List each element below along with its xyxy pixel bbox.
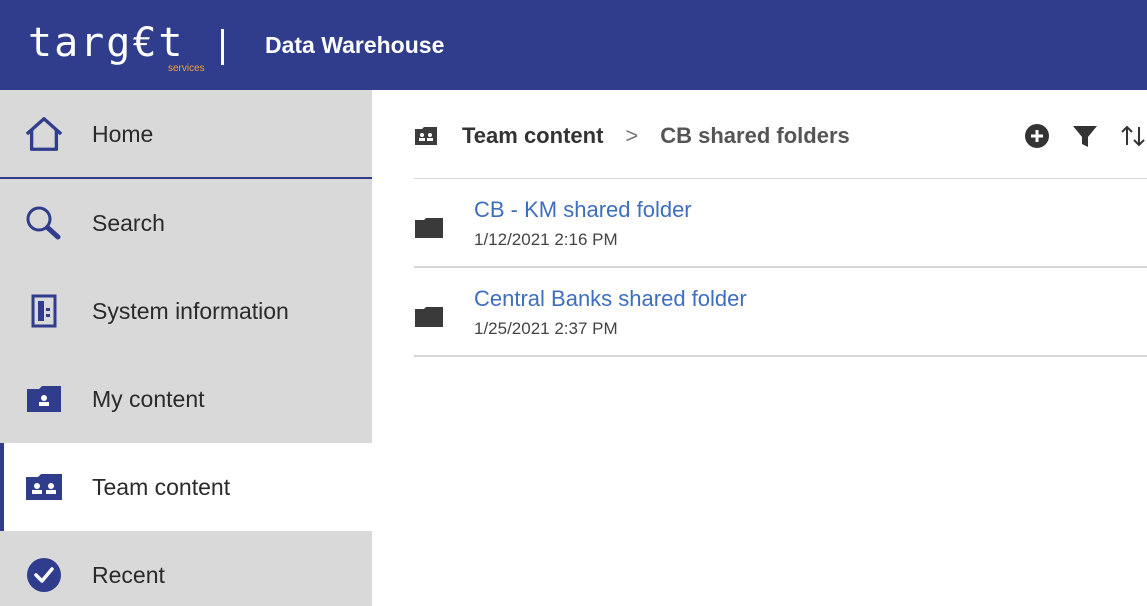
sidebar-item-label: Search: [92, 209, 165, 236]
folder-date: 1/12/2021 2:16 PM: [474, 230, 618, 249]
sidebar: Home Search System information My conten…: [0, 90, 372, 606]
list-item[interactable]: Central Banks shared folder 1/25/2021 2:…: [414, 268, 1147, 357]
list-item[interactable]: CB - KM shared folder 1/12/2021 2:16 PM: [414, 179, 1147, 268]
breadcrumb-root[interactable]: Team content: [462, 123, 603, 149]
my-content-folder-icon: [24, 379, 64, 419]
sidebar-item-home[interactable]: Home: [0, 90, 372, 178]
team-folder-icon: [414, 126, 438, 146]
add-icon[interactable]: [1023, 122, 1051, 150]
sidebar-item-label: My content: [92, 385, 205, 412]
sidebar-item-search[interactable]: Search: [0, 179, 372, 267]
app-header: targ€t services Data Warehouse: [0, 0, 1147, 90]
folder-name-link[interactable]: Central Banks shared folder: [474, 286, 747, 312]
sort-icon[interactable]: [1119, 122, 1147, 150]
search-icon: [24, 203, 64, 243]
logo-wordmark: targ€t: [28, 20, 185, 66]
folder-date: 1/25/2021 2:37 PM: [474, 319, 618, 338]
sidebar-item-label: Team content: [92, 473, 231, 500]
toolbar: [1003, 118, 1147, 154]
logo-subtext: services: [168, 63, 205, 74]
sidebar-item-recent[interactable]: Recent: [0, 531, 372, 606]
folder-list: CB - KM shared folder 1/12/2021 2:16 PM …: [414, 178, 1147, 357]
folder-icon: [414, 306, 444, 328]
home-icon: [24, 114, 64, 154]
sidebar-item-my-content[interactable]: My content: [0, 355, 372, 443]
sidebar-item-label: Recent: [92, 561, 165, 588]
folder-icon: [414, 217, 444, 239]
app-title: Data Warehouse: [265, 31, 445, 58]
team-content-folder-icon: [24, 467, 64, 507]
target-services-logo[interactable]: targ€t services: [28, 15, 233, 75]
breadcrumb: Team content > CB shared folders: [414, 118, 1147, 154]
sidebar-item-team-content[interactable]: Team content: [0, 443, 372, 531]
main-content: Team content > CB shared folders CB - KM…: [372, 90, 1147, 606]
recent-check-icon: [24, 555, 64, 595]
logo-divider: [221, 29, 224, 65]
breadcrumb-current: CB shared folders: [660, 123, 850, 148]
folder-name-link[interactable]: CB - KM shared folder: [474, 197, 692, 223]
breadcrumb-separator: >: [625, 123, 639, 148]
sidebar-item-system-information[interactable]: System information: [0, 267, 372, 355]
system-information-icon: [24, 291, 64, 331]
sidebar-item-label: System information: [92, 297, 289, 324]
filter-icon[interactable]: [1071, 122, 1099, 150]
sidebar-item-label: Home: [92, 120, 154, 147]
